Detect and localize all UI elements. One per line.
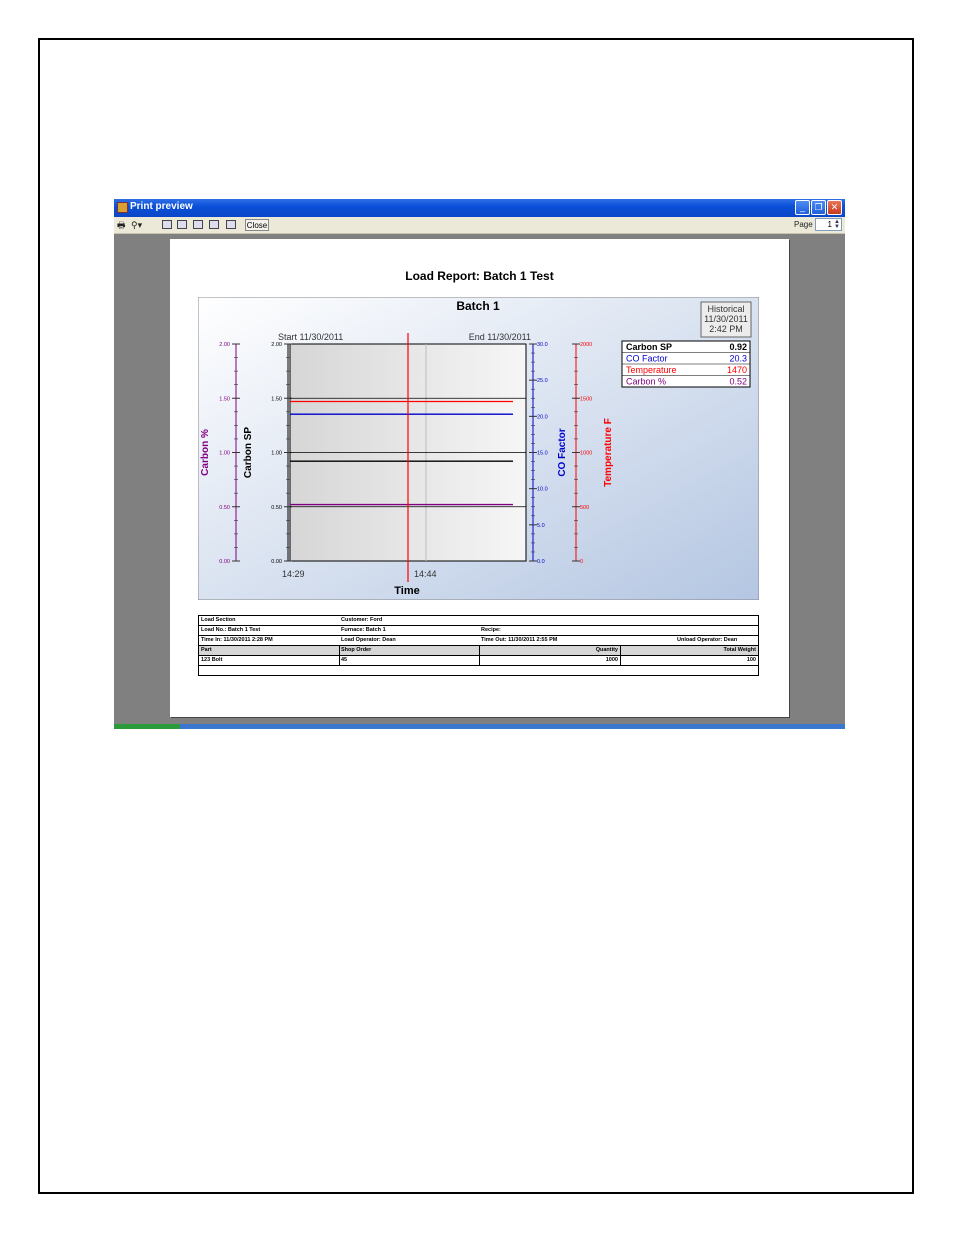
- x-tick-label: 14:29: [282, 569, 305, 579]
- axis-tick-label: 0: [580, 559, 583, 565]
- axis-tick-label: 0.00: [271, 559, 282, 565]
- axis-tick-label: 30.0: [537, 342, 548, 348]
- legend-entry-value: 20.3: [729, 354, 747, 364]
- time-out-cell: Time Out: 11/30/2011 2:55 PM: [481, 637, 558, 643]
- report-title: Load Report: Batch 1 Test: [405, 269, 554, 283]
- legend-entry-value: 0.52: [729, 377, 747, 387]
- legend-entry-label: CO Factor: [626, 354, 668, 364]
- chart-title: Batch 1: [456, 299, 500, 313]
- time-in-cell: Time In: 11/30/2011 2:28 PM: [201, 637, 273, 643]
- title-bar[interactable]: Print preview _ ❐ ✕: [114, 199, 845, 217]
- batch-chart: Batch 1 Historical 11/30/2011 2:42 PM 0.…: [198, 297, 759, 600]
- table-row: 123 Bolt 45 1000 100: [199, 656, 758, 666]
- start-label: Start 11/30/2011: [278, 332, 343, 342]
- customer-cell: Customer: Ford: [341, 617, 383, 623]
- page-spinner-icon[interactable]: ▲ ▼: [833, 219, 840, 230]
- furnace-cell: Furnace: Batch 1: [341, 627, 386, 633]
- axis-title: Temperature F: [603, 418, 614, 487]
- load-no-cell: Load No.: Batch 1 Test: [201, 627, 261, 633]
- six-pages-icon[interactable]: [226, 220, 236, 229]
- part-header: Part: [201, 647, 212, 653]
- axis-tick-label: 0.50: [219, 505, 230, 511]
- page-label: Page: [794, 220, 813, 229]
- app-icon: [117, 202, 128, 213]
- axis-tick-label: 10.0: [537, 487, 548, 493]
- quantity-cell: 1000: [605, 657, 618, 663]
- table-header-row: Part Shop Order Quantity Total Weight: [199, 646, 758, 656]
- maximize-button[interactable]: ❐: [811, 200, 826, 215]
- part-cell: 123 Bolt: [201, 657, 223, 663]
- four-pages-icon[interactable]: [209, 220, 219, 229]
- legend-entry-value: 0.92: [729, 342, 747, 352]
- load-details-table: Load Section Customer: Ford Load No.: Ba…: [198, 615, 759, 676]
- taskbar-strip: [114, 724, 845, 729]
- axis-tick-label: 15.0: [537, 451, 548, 457]
- historical-date: 11/30/2011: [704, 314, 748, 324]
- axis-tick-label: 1000: [580, 451, 592, 457]
- axis-tick-label: 1.00: [219, 451, 230, 457]
- axis-tick-label: 1.50: [219, 396, 230, 402]
- load-operator-cell: Load Operator: Dean: [341, 637, 396, 643]
- x-axis-title: Time: [394, 585, 419, 597]
- load-section-cell: Load Section: [201, 617, 236, 623]
- toolbar: 🖶 ⚲▾ Close Page 1 ▲ ▼: [114, 217, 845, 234]
- recipe-cell: Recipe:: [481, 627, 501, 633]
- printer-icon[interactable]: 🖶: [117, 220, 126, 230]
- axis-tick-label: 1.50: [271, 396, 282, 402]
- close-button[interactable]: Close: [245, 219, 269, 231]
- quantity-header: Quantity: [595, 647, 618, 653]
- legend-entry-value: 1470: [727, 365, 747, 375]
- two-pages-icon[interactable]: [177, 220, 187, 229]
- end-label: End 11/30/2011: [469, 332, 531, 342]
- page-number-value: 1: [827, 220, 832, 229]
- historical-label: Historical: [707, 304, 744, 314]
- axis-tick-label: 0.50: [271, 505, 282, 511]
- total-weight-header: Total Weight: [723, 647, 757, 653]
- axis-tick-label: 2.00: [271, 342, 282, 348]
- legend-entry-label: Temperature: [626, 365, 677, 375]
- magnifier-icon[interactable]: ⚲▾: [131, 220, 142, 230]
- close-window-button[interactable]: ✕: [827, 200, 842, 215]
- axis-tick-label: 5.0: [537, 523, 545, 529]
- axis-tick-label: 1500: [580, 396, 592, 402]
- minimize-button[interactable]: _: [795, 200, 810, 215]
- axis-tick-label: 2.00: [219, 342, 230, 348]
- axis-tick-label: 25.0: [537, 378, 548, 384]
- three-pages-icon[interactable]: [193, 220, 203, 229]
- axis-tick-label: 500: [580, 505, 589, 511]
- table-row: Time In: 11/30/2011 2:28 PM Load Operato…: [199, 636, 758, 646]
- total-weight-cell: 100: [746, 657, 756, 663]
- x-tick-label: 14:44: [414, 569, 437, 579]
- axis-tick-label: 0.0: [537, 559, 545, 565]
- legend-entry-label: Carbon %: [626, 377, 666, 387]
- preview-page: Load Report: Batch 1 Test Batch 1 Histor…: [170, 239, 789, 717]
- unload-operator-cell: Unload Operator: Dean: [677, 637, 738, 643]
- table-row: Load Section Customer: Ford: [199, 616, 758, 626]
- page-number-input[interactable]: 1 ▲ ▼: [815, 218, 842, 231]
- axis-tick-label: 20.0: [537, 414, 548, 420]
- window-title: Print preview: [130, 201, 193, 212]
- legend-entry-label: Carbon SP: [626, 342, 672, 352]
- axis-tick-label: 1.00: [271, 451, 282, 457]
- one-page-icon[interactable]: [162, 220, 172, 229]
- axis-title: Carbon %: [200, 429, 211, 476]
- axis-tick-label: 2000: [580, 342, 592, 348]
- axis-tick-label: 0.00: [219, 559, 230, 565]
- print-preview-window: Print preview _ ❐ ✕ 🖶 ⚲▾ Close Page 1 ▲ ▼…: [114, 199, 845, 729]
- shop-order-header: Shop Order: [341, 647, 372, 653]
- shop-order-cell: 45: [341, 657, 348, 663]
- historical-time: 2:42 PM: [709, 324, 743, 334]
- axis-title: Carbon SP: [243, 427, 254, 478]
- axis-title: CO Factor: [557, 428, 568, 476]
- table-row: Load No.: Batch 1 Test Furnace: Batch 1 …: [199, 626, 758, 636]
